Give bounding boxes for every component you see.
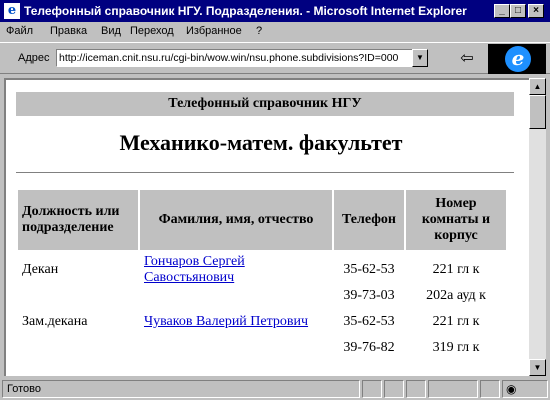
status-bar: Готово ◉ — [0, 378, 550, 400]
menu-go[interactable]: Переход — [130, 25, 174, 37]
cell-position: Зам.декана — [22, 314, 88, 329]
cell-name — [140, 340, 332, 364]
status-pane — [384, 380, 404, 398]
status-pane — [480, 380, 500, 398]
status-pane — [406, 380, 426, 398]
cell-room: 319 гл к — [432, 340, 480, 355]
table-row: Зам.декана Чуваков Валерий Петрович 35-6… — [18, 314, 506, 338]
scrollbar-thumb[interactable] — [529, 95, 546, 129]
menu-edit[interactable]: Правка — [50, 25, 87, 37]
menu-bar: Файл Правка Вид Переход Избранное ? — [0, 22, 550, 42]
staff-table: Должность или подразделение Фамилия, имя… — [16, 188, 508, 366]
table-row: Декан Гончаров Сергей Савостьянович 35-6… — [18, 252, 506, 286]
status-text: Готово — [2, 380, 360, 398]
table-row: 39-76-82 319 гл к — [18, 340, 506, 364]
minimize-button[interactable]: _ — [494, 4, 510, 18]
back-arrow-icon[interactable]: ⇦ — [452, 49, 482, 69]
ie-app-icon: e — [4, 3, 20, 19]
dropdown-arrow-icon[interactable]: ▼ — [412, 49, 428, 67]
cell-position — [18, 288, 138, 312]
menu-view[interactable]: Вид — [101, 25, 121, 37]
scroll-down-icon[interactable]: ▼ — [529, 359, 546, 376]
page-header: Телефонный справочник НГУ — [16, 92, 514, 116]
address-input[interactable]: http://iceman.cnit.nsu.ru/cgi-bin/wow.wi… — [56, 49, 416, 67]
person-link[interactable]: Чуваков Валерий Петрович — [144, 314, 308, 329]
page-content: Телефонный справочник НГУ Механико-матем… — [4, 78, 529, 376]
cell-position: Декан — [22, 262, 59, 277]
close-button[interactable]: × — [528, 4, 544, 18]
column-header-room: Номер комнаты и корпус — [406, 190, 506, 250]
cell-name: Чуваков Валерий Петрович — [140, 314, 332, 338]
cell-phone: 35-62-53 — [343, 314, 395, 329]
ie-logo-icon: e — [488, 44, 546, 74]
address-bar: Адрес http://iceman.cnit.nsu.ru/cgi-bin/… — [0, 42, 550, 74]
column-header-phone: Телефон — [334, 190, 404, 250]
column-header-name: Фамилия, имя, отчество — [140, 190, 332, 250]
cell-name — [140, 288, 332, 312]
faculty-title: Механико-матем. факультет — [119, 130, 403, 155]
scroll-up-icon[interactable]: ▲ — [529, 78, 546, 95]
vertical-scrollbar[interactable]: ▲ ▼ — [529, 78, 546, 376]
title-bar: e Телефонный справочник НГУ. Подразделен… — [0, 0, 550, 22]
maximize-button[interactable]: □ — [510, 4, 526, 18]
table-row: 39-73-03 202а ауд к — [18, 288, 506, 312]
cell-phone: 39-73-03 — [343, 288, 395, 303]
cell-room: 221 гл к — [432, 262, 480, 277]
cell-phone: 35-62-53 — [343, 262, 395, 277]
security-zone-icon: ◉ — [506, 382, 517, 396]
address-label: Адрес — [18, 52, 50, 64]
cell-name: Гончаров Сергей Савостьянович — [140, 252, 332, 286]
menu-favorites[interactable]: Избранное — [186, 25, 242, 37]
column-header-position: Должность или подразделение — [18, 190, 138, 250]
cell-phone: 39-76-82 — [343, 340, 395, 355]
person-link[interactable]: Гончаров Сергей Савостьянович — [144, 254, 245, 285]
cell-room: 202а ауд к — [426, 288, 486, 303]
table-header-row: Должность или подразделение Фамилия, имя… — [18, 190, 506, 250]
horizontal-rule — [16, 172, 514, 174]
window-title: Телефонный справочник НГУ. Подразделения… — [24, 4, 467, 18]
menu-help[interactable]: ? — [256, 25, 262, 37]
status-pane — [362, 380, 382, 398]
menu-file[interactable]: Файл — [6, 25, 33, 37]
cell-room: 221 гл к — [432, 314, 480, 329]
cell-position — [18, 340, 138, 364]
status-pane — [428, 380, 478, 398]
